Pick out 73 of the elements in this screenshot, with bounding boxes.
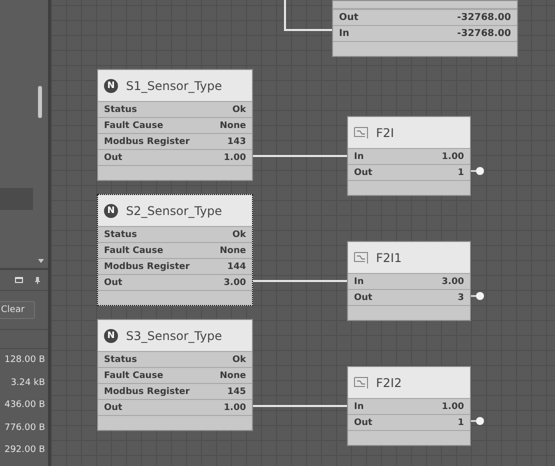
slot-value: Ok — [232, 354, 246, 364]
slot-label: Modbus Register — [104, 386, 190, 396]
slot-label: In — [354, 402, 364, 412]
slot-value: 3 — [458, 292, 464, 302]
output-port-icon[interactable] — [471, 416, 485, 426]
slot-value: 1 — [458, 418, 464, 428]
slot-value: 1.00 — [442, 402, 464, 412]
node-title: S2_Sensor_Type — [126, 204, 222, 218]
node-block[interactable]: N S2_Sensor_Type Status Ok Fault Cause None Modbus Register 144 Out 3.00 — [97, 194, 253, 306]
slot-label: Out — [104, 152, 122, 162]
slot-label: Fault Cause — [104, 246, 164, 256]
slot-value: Ok — [232, 104, 246, 114]
scroll-down-icon[interactable] — [38, 259, 44, 263]
slot-label: Out — [354, 292, 372, 302]
node-type-icon: N — [104, 328, 118, 342]
slot-label: Status — [104, 230, 137, 240]
size-cell-text: 292.00 B — [3, 444, 46, 457]
node-block[interactable]: Out -32768.00 In -32768.00 — [332, 0, 518, 57]
slot-value: 1.00 — [442, 152, 464, 162]
output-port-icon[interactable] — [471, 291, 485, 301]
slot-value: Ok — [232, 230, 246, 240]
slot-value: 3.00 — [224, 278, 246, 288]
connector-line — [284, 0, 332, 31]
size-cell-text: 436.00 B — [3, 399, 46, 412]
node-title: S3_Sensor_Type — [126, 328, 222, 342]
slot-label: Fault Cause — [104, 120, 164, 130]
slot-label: In — [354, 152, 364, 162]
slot-value: None — [220, 120, 246, 130]
node-block[interactable]: N S3_Sensor_Type Status Ok Fault Cause None Modbus Register 145 Out 1.00 — [97, 319, 253, 431]
slot-value: 143 — [227, 136, 246, 146]
output-port-icon[interactable] — [471, 166, 485, 176]
size-cell-text: 776.00 B — [3, 422, 46, 434]
slot-label: Out — [354, 168, 372, 178]
node-title: F2I1 — [376, 250, 402, 264]
slot-label: Status — [104, 354, 137, 364]
size-cell-text: 128.00 B — [3, 354, 46, 367]
slot-label: Fault Cause — [104, 370, 164, 380]
slot-label: Modbus Register — [104, 262, 190, 272]
slot-value: -32768.00 — [457, 12, 511, 23]
clear-button[interactable]: Clear — [0, 301, 35, 319]
slot-value: 1.00 — [224, 152, 246, 162]
node-block[interactable]: F2I1 In 3.00 Out 3 — [347, 241, 471, 321]
node-type-icon: N — [104, 204, 118, 218]
slot-value: 144 — [227, 262, 246, 272]
slot-label: In — [339, 28, 350, 39]
node-type-icon: N — [104, 78, 118, 92]
node-title: F2I2 — [376, 376, 402, 390]
slot-label: Out — [104, 402, 122, 412]
node-block[interactable]: N S1_Sensor_Type Status Ok Fault Cause None Modbus Register 143 Out 1.00 — [97, 69, 253, 181]
node-block[interactable]: F2I In 1.00 Out 1 — [347, 116, 471, 196]
node-title: F2I — [376, 126, 394, 140]
slot-value: -32768.00 — [457, 28, 511, 39]
size-cell-text: 3.24 kB — [10, 376, 46, 390]
slot-value: 1.00 — [224, 402, 246, 412]
slot-label: In — [354, 276, 364, 286]
maximize-icon[interactable] — [15, 277, 23, 283]
scrollbar-thumb[interactable] — [38, 86, 42, 118]
slot-value: None — [220, 370, 246, 380]
slot-label: Out — [339, 12, 358, 23]
function-icon — [354, 376, 368, 388]
pin-icon[interactable] — [35, 276, 40, 284]
slot-label: Out — [354, 418, 372, 428]
slot-value: 3.00 — [442, 276, 464, 286]
node-title: S1_Sensor_Type — [126, 78, 222, 92]
slot-label: Modbus Register — [104, 136, 190, 146]
slot-label: Out — [104, 278, 122, 288]
function-icon — [354, 126, 368, 138]
slot-value: 145 — [227, 386, 246, 396]
slot-value: 1 — [458, 168, 464, 178]
node-block[interactable]: F2I2 In 1.00 Out 1 — [347, 366, 471, 446]
slot-label: Status — [104, 104, 137, 114]
function-icon — [354, 252, 368, 264]
slot-value: None — [220, 246, 246, 256]
